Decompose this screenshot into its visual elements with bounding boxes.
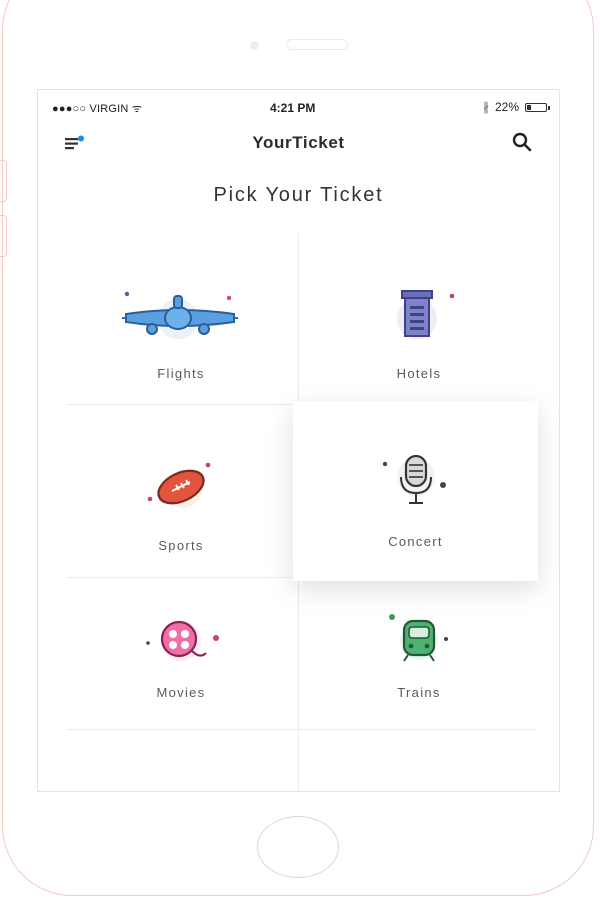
carrier-label: ●●●○○ VIRGIN ᯤ — [52, 103, 143, 115]
category-tile-trains[interactable]: Trains — [304, 559, 534, 729]
train-icon — [389, 614, 448, 662]
category-label: Sports — [158, 538, 204, 553]
football-icon — [147, 462, 211, 508]
volume-up-button — [0, 160, 7, 202]
category-tile-movies[interactable]: Movies — [66, 559, 296, 729]
volume-down-button — [0, 215, 7, 257]
app-title: YourTicket — [252, 133, 345, 152]
battery-icon — [525, 102, 550, 112]
battery-fill — [527, 104, 531, 110]
grid-divider-row-3 — [66, 729, 536, 730]
category-label: Flights — [157, 366, 205, 381]
category-label: Movies — [156, 685, 206, 700]
home-button[interactable] — [257, 816, 339, 878]
status-time: 4:21 PM — [270, 101, 316, 115]
category-tile-sports[interactable]: Sports — [66, 405, 296, 575]
status-bar: ●●●○○ VIRGIN ᯤ 4:21 PM ∦ 22% — [38, 99, 559, 117]
category-label: Trains — [397, 685, 441, 700]
page-title: Pick Your Ticket — [213, 184, 384, 206]
app-screen: ●●●○○ VIRGIN ᯤ 4:21 PM ∦ 22% YourTicket … — [37, 89, 560, 792]
hotel-icon — [397, 290, 455, 339]
category-tile-hotels[interactable]: Hotels — [304, 233, 534, 403]
category-tile-flights[interactable]: Flights — [66, 233, 296, 403]
speaker-grille — [286, 39, 348, 50]
category-tile-concert[interactable]: Concert — [293, 401, 538, 581]
search-icon[interactable] — [511, 131, 533, 153]
category-label: Hotels — [396, 366, 442, 381]
airplane-icon — [122, 291, 238, 339]
bluetooth-icon: ∦ — [482, 100, 489, 114]
front-camera — [250, 41, 259, 50]
microphone-icon — [382, 454, 446, 504]
battery-percent: 22% — [494, 100, 519, 114]
status-right: ∦ 22% — [482, 100, 550, 114]
category-label: Concert — [388, 534, 443, 549]
film-reel-icon — [146, 620, 219, 661]
nav-bar: YourTicket — [38, 126, 559, 160]
